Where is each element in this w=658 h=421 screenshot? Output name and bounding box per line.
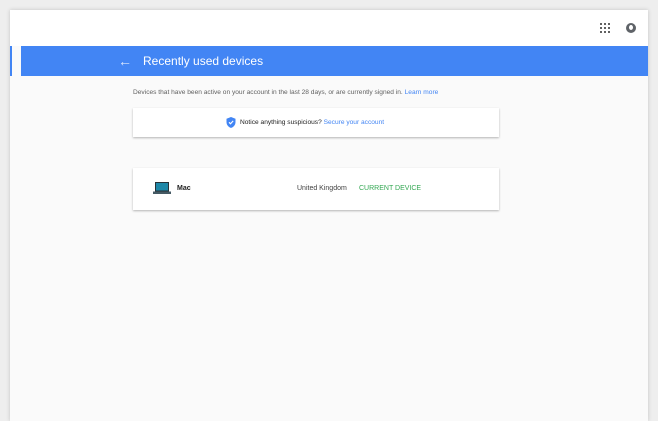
page-title: Recently used devices xyxy=(143,54,264,68)
apps-grid-icon[interactable] xyxy=(600,23,610,33)
shield-icon xyxy=(226,117,236,128)
top-bar xyxy=(10,10,648,46)
current-device-badge: CURRENT DEVICE xyxy=(359,185,422,192)
device-row[interactable]: Mac United Kingdom CURRENT DEVICE xyxy=(133,168,499,210)
browser-window: ← Recently used devices Devices that hav… xyxy=(10,10,648,421)
device-location: United Kingdom xyxy=(297,185,347,192)
device-name: Mac xyxy=(177,185,191,192)
secure-account-link[interactable]: Secure your account xyxy=(324,119,384,126)
notice-text: Notice anything suspicious? xyxy=(240,119,322,126)
app-bar: ← Recently used devices xyxy=(21,46,648,76)
intro-text-block: Devices that have been active on your ac… xyxy=(133,88,438,97)
notice-text-block: Notice anything suspicious? Secure your … xyxy=(240,118,384,127)
account-avatar-icon[interactable] xyxy=(626,23,636,33)
arrow-back-icon[interactable]: ← xyxy=(118,52,132,70)
laptop-icon xyxy=(153,182,171,194)
learn-more-link[interactable]: Learn more xyxy=(405,89,439,96)
left-accent-bar xyxy=(10,46,12,76)
security-notice-card: Notice anything suspicious? Secure your … xyxy=(133,108,499,137)
intro-text: Devices that have been active on your ac… xyxy=(133,89,403,96)
